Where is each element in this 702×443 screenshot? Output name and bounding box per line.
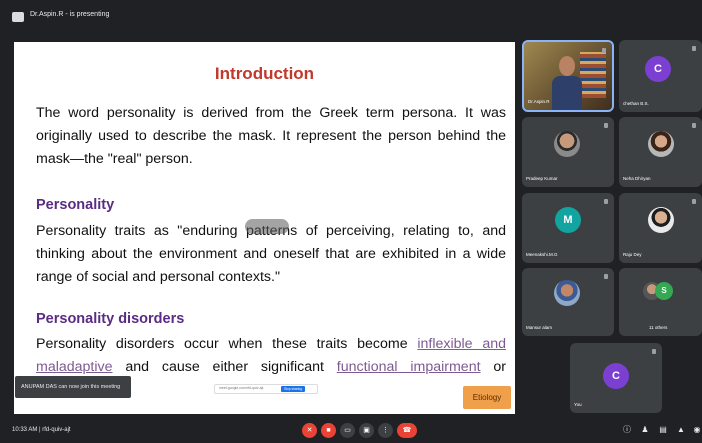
participant-tile-you[interactable]: C You: [570, 343, 662, 413]
participant-name: You: [574, 402, 582, 407]
meeting-link: meet.google.com/rfd-quiv-ajt: [219, 386, 264, 390]
participant-tile-pradeep[interactable]: Pradeep Kumar: [522, 117, 614, 187]
participant-tile-others[interactable]: S 11 others: [619, 268, 702, 336]
presenter-bar: Dr.Aspin.R - is presenting: [0, 0, 702, 32]
disorders-paragraph: Personality disorders occur when these t…: [36, 333, 506, 379]
disorders-text-1: Personality disorders occur when these t…: [36, 336, 418, 352]
more-options-button[interactable]: ⋮: [378, 423, 393, 438]
avatar: S: [655, 282, 673, 300]
avatar: [648, 131, 674, 157]
participant-tile-presenter[interactable]: Dr.Aspin.R: [522, 40, 614, 112]
participant-name: Pradeep Kumar: [526, 176, 558, 181]
mic-off-icon: [604, 199, 608, 204]
participant-tile-mansur[interactable]: Mansur alam: [522, 268, 614, 336]
avatar: [554, 131, 580, 157]
mic-off-icon: [692, 46, 696, 51]
avatar: M: [555, 207, 581, 233]
disorders-text-2: and cause either significant: [112, 359, 337, 375]
participant-tile-neha[interactable]: Neha Dhiryan: [619, 117, 702, 187]
meeting-screen: Dr.Aspin.R - is presenting Introduction …: [0, 0, 702, 443]
participant-tile-meenakshi[interactable]: M Meenakshi.M.G: [522, 193, 614, 263]
participant-name: 11 others: [649, 325, 668, 330]
info-icon[interactable]: ⓘ: [622, 425, 632, 435]
avatar: C: [603, 363, 629, 389]
mic-off-icon: [692, 123, 696, 128]
chat-icon[interactable]: ▤: [658, 425, 668, 435]
link-functional-impairment[interactable]: functional impairment: [337, 359, 481, 375]
join-notification: ANUPAM DAS can now join this meeting: [15, 376, 131, 398]
leave-call-button[interactable]: ☎: [397, 423, 417, 438]
mic-off-icon: ✕: [306, 427, 313, 434]
presentation-icon: [12, 12, 24, 22]
camera-toggle-button[interactable]: ■: [321, 423, 336, 438]
presenting-label: Dr.Aspin.R - is presenting: [30, 11, 110, 18]
more-options-icon: ⋮: [382, 427, 389, 434]
camera-off-icon: ■: [326, 427, 331, 434]
meeting-time-code: 10:33 AM | rfd-quiv-ajt: [12, 427, 71, 433]
captions-icon: ▭: [344, 427, 351, 434]
shared-slide: Introduction The word personality is der…: [14, 42, 515, 414]
mic-off-icon: [604, 123, 608, 128]
participant-name: chethan B.S.: [623, 101, 649, 106]
mic-toggle-button[interactable]: ✕: [302, 423, 317, 438]
present-button[interactable]: ▣: [359, 423, 374, 438]
avatar: [554, 280, 580, 306]
intro-paragraph: The word personality is derived from the…: [36, 105, 506, 167]
mic-off-icon: [692, 199, 696, 204]
participant-name: Dr.Aspin.R: [528, 99, 550, 104]
participant-name: Neha Dhiryan: [623, 176, 651, 181]
sharing-strip: meet.google.com/rfd-quiv-ajt Stop sharin…: [214, 384, 318, 394]
meeting-controls: 10:33 AM | rfd-quiv-ajt ✕ ■ ▭ ▣ ⋮ ☎ ⓘ ♟ …: [0, 418, 702, 443]
section-heading-personality: Personality: [36, 197, 115, 213]
participant-tile-raju[interactable]: Raju Dey: [619, 193, 702, 263]
bookshelf: [580, 52, 606, 98]
pointer-highlight: [245, 219, 289, 234]
activities-icon[interactable]: ▲: [676, 425, 686, 435]
mic-off-icon: [652, 349, 656, 354]
stop-sharing-button[interactable]: Stop sharing: [281, 386, 305, 392]
participant-tile-chethan[interactable]: C chethan B.S.: [619, 40, 702, 112]
participant-name: Meenakshi.M.G: [526, 252, 558, 257]
lock-icon[interactable]: ◉: [692, 425, 702, 435]
people-icon[interactable]: ♟: [640, 425, 650, 435]
mic-off-icon: [604, 274, 608, 279]
etiology-button[interactable]: Etiology: [463, 386, 511, 409]
presenter-video: [552, 52, 582, 110]
avatar: [648, 207, 674, 233]
present-icon: ▣: [363, 427, 370, 434]
avatar: C: [645, 56, 671, 82]
participant-name: Raju Dey: [623, 252, 642, 257]
slide-title: Introduction: [214, 64, 315, 83]
mic-indicator-icon: [602, 48, 606, 53]
captions-button[interactable]: ▭: [340, 423, 355, 438]
leave-call-icon: ☎: [402, 427, 412, 434]
participant-name: Mansur alam: [526, 325, 553, 330]
section-heading-personality-disorders: Personality disorders: [36, 311, 185, 327]
